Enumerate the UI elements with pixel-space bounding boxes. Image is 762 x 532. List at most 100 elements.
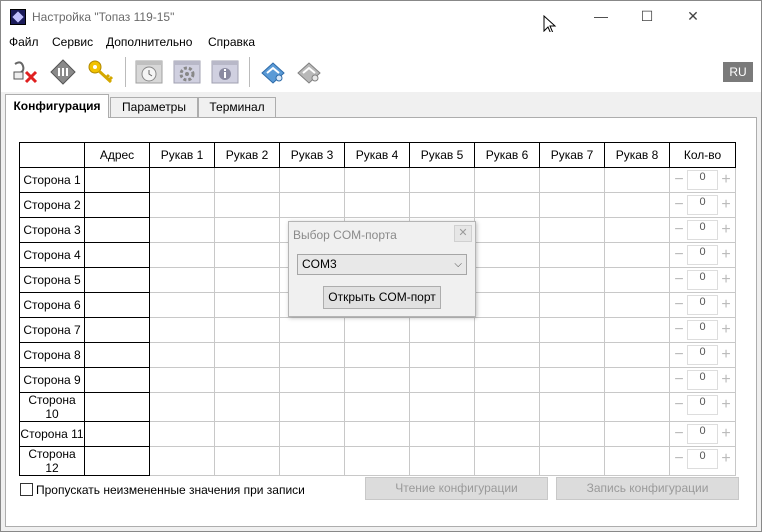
sleeve-cell[interactable] <box>539 392 605 422</box>
count-value[interactable]: 0 <box>687 295 718 315</box>
com-port-select[interactable]: COM3 ⌵ <box>297 254 467 275</box>
sleeve-cell[interactable] <box>344 367 410 393</box>
address-cell[interactable] <box>84 367 150 393</box>
sleeve-cell[interactable] <box>344 446 410 476</box>
sleeve-cell[interactable] <box>344 342 410 368</box>
sleeve-cell[interactable] <box>149 267 215 293</box>
sleeve-cell[interactable] <box>214 167 280 193</box>
clock-icon[interactable] <box>135 58 163 86</box>
count-value[interactable]: 0 <box>687 370 718 390</box>
sleeve-cell[interactable] <box>474 167 540 193</box>
close-button[interactable]: ✕ <box>670 1 716 32</box>
sleeve-cell[interactable] <box>539 192 605 218</box>
sleeve-cell[interactable] <box>149 392 215 422</box>
sleeve-cell[interactable] <box>214 342 280 368</box>
sleeve-cell[interactable] <box>409 367 475 393</box>
address-cell[interactable] <box>84 392 150 422</box>
sleeve-cell[interactable] <box>214 217 280 243</box>
sleeve-cell[interactable] <box>474 342 540 368</box>
sleeve-cell[interactable] <box>604 242 670 268</box>
sleeve-cell[interactable] <box>214 192 280 218</box>
sleeve-cell[interactable] <box>539 292 605 318</box>
sleeve-cell[interactable] <box>214 421 280 447</box>
sleeve-cell[interactable] <box>604 192 670 218</box>
sleeve-cell[interactable] <box>409 446 475 476</box>
sleeve-cell[interactable] <box>279 317 345 343</box>
sleeve-cell[interactable] <box>409 392 475 422</box>
address-cell[interactable] <box>84 292 150 318</box>
increment-button[interactable]: + <box>719 170 733 190</box>
sleeve-cell[interactable] <box>604 317 670 343</box>
sleeve-cell[interactable] <box>409 342 475 368</box>
sleeve-cell[interactable] <box>214 292 280 318</box>
increment-button[interactable]: + <box>719 295 733 315</box>
sleeve-cell[interactable] <box>149 421 215 447</box>
count-value[interactable]: 0 <box>687 395 718 415</box>
sleeve-cell[interactable] <box>474 242 540 268</box>
decrement-button[interactable]: − <box>672 270 686 290</box>
increment-button[interactable]: + <box>719 270 733 290</box>
sleeve-cell[interactable] <box>474 192 540 218</box>
key-icon[interactable] <box>87 58 115 86</box>
sleeve-cell[interactable] <box>149 342 215 368</box>
decrement-button[interactable]: − <box>672 170 686 190</box>
sleeve-cell[interactable] <box>279 342 345 368</box>
count-value[interactable]: 0 <box>687 245 718 265</box>
decrement-button[interactable]: − <box>672 395 686 415</box>
count-value[interactable]: 0 <box>687 424 718 444</box>
count-value[interactable]: 0 <box>687 449 718 469</box>
sleeve-cell[interactable] <box>149 167 215 193</box>
sleeve-cell[interactable] <box>409 192 475 218</box>
address-cell[interactable] <box>84 192 150 218</box>
menu-service[interactable]: Сервис <box>52 35 93 49</box>
increment-button[interactable]: + <box>719 195 733 215</box>
sleeve-cell[interactable] <box>214 317 280 343</box>
count-value[interactable]: 0 <box>687 345 718 365</box>
increment-button[interactable]: + <box>719 449 733 469</box>
sleeve-cell[interactable] <box>604 167 670 193</box>
sleeve-cell[interactable] <box>539 342 605 368</box>
decrement-button[interactable]: − <box>672 195 686 215</box>
increment-button[interactable]: + <box>719 395 733 415</box>
sleeve-cell[interactable] <box>149 217 215 243</box>
read-config-button[interactable]: Чтение конфигурации <box>365 477 548 500</box>
sleeve-cell[interactable] <box>474 421 540 447</box>
address-cell[interactable] <box>84 217 150 243</box>
increment-button[interactable]: + <box>719 424 733 444</box>
sleeve-cell[interactable] <box>604 342 670 368</box>
skip-unchanged-label[interactable]: Пропускать неизмененные значения при зап… <box>36 483 305 497</box>
sleeve-cell[interactable] <box>604 421 670 447</box>
sleeve-cell[interactable] <box>149 317 215 343</box>
maximize-button[interactable]: ☐ <box>624 1 670 32</box>
sleeve-cell[interactable] <box>539 421 605 447</box>
increment-button[interactable]: + <box>719 220 733 240</box>
count-value[interactable]: 0 <box>687 195 718 215</box>
sleeve-cell[interactable] <box>539 242 605 268</box>
sleeve-cell[interactable] <box>344 192 410 218</box>
sleeve-cell[interactable] <box>474 217 540 243</box>
count-value[interactable]: 0 <box>687 170 718 190</box>
sleeve-cell[interactable] <box>214 267 280 293</box>
sleeve-cell[interactable] <box>539 267 605 293</box>
sleeve-cell[interactable] <box>474 392 540 422</box>
dialog-close-button[interactable]: ✕ <box>454 225 472 242</box>
count-value[interactable]: 0 <box>687 270 718 290</box>
sleeve-cell[interactable] <box>409 317 475 343</box>
sleeve-cell[interactable] <box>149 367 215 393</box>
sleeve-cell[interactable] <box>474 317 540 343</box>
sleeve-cell[interactable] <box>344 421 410 447</box>
write-config-button[interactable]: Запись конфигурации <box>556 477 739 500</box>
menu-help[interactable]: Справка <box>208 35 255 49</box>
sleeve-cell[interactable] <box>344 317 410 343</box>
sleeve-cell[interactable] <box>149 242 215 268</box>
tab-parameters[interactable]: Параметры <box>110 97 198 117</box>
decrement-button[interactable]: − <box>672 295 686 315</box>
device-icon[interactable] <box>49 58 77 86</box>
sleeve-cell[interactable] <box>344 392 410 422</box>
sleeve-cell[interactable] <box>539 367 605 393</box>
menu-file[interactable]: Файл <box>9 35 39 49</box>
title-bar[interactable]: Настройка "Топаз 119-15" — ☐ ✕ <box>1 1 761 35</box>
sleeve-cell[interactable] <box>539 446 605 476</box>
address-cell[interactable] <box>84 317 150 343</box>
increment-button[interactable]: + <box>719 245 733 265</box>
